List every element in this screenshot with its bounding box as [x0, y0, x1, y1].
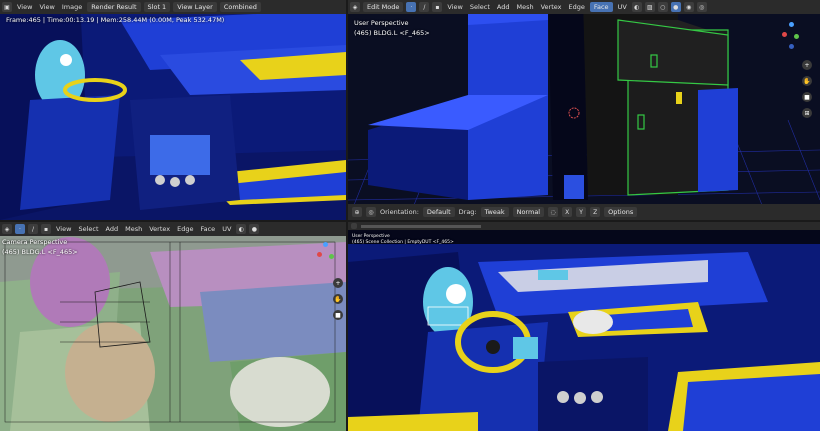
orientation-dropdown[interactable]: Default [422, 207, 455, 217]
render-image [0, 0, 346, 220]
editor-type-icon[interactable]: ▣ [2, 2, 12, 12]
camera-icon[interactable]: ■ [333, 310, 343, 320]
viewport-camera-perspective[interactable]: ◈ · / ▪ View Select Add Mesh Vertex Edge… [0, 222, 346, 431]
render-result-editor[interactable]: ▣ View View Image Render Result Slot 1 V… [0, 0, 346, 220]
menu-add[interactable]: Add [104, 225, 121, 233]
transform-pivot-icon[interactable]: ⊕ [352, 207, 362, 217]
viewport-user-perspective[interactable]: User Perspective (465) Scene Collection … [348, 222, 820, 431]
face-select-icon[interactable]: ▪ [432, 2, 443, 12]
vertex-select-icon[interactable]: · [15, 224, 25, 234]
normal-dropdown[interactable]: Normal [512, 207, 545, 217]
editor-type-icon [351, 223, 357, 229]
embedded-header [348, 222, 820, 230]
vertex-select-icon[interactable]: · [406, 2, 417, 12]
menu-edge[interactable]: Edge [175, 225, 195, 233]
options-dropdown[interactable]: Options [604, 207, 638, 217]
viewport-header: ◈ Edit Mode · / ▪ View Select Add Mesh V… [348, 0, 820, 14]
gizmo-y-axis[interactable] [794, 34, 799, 39]
solid-shading-icon[interactable]: ● [670, 2, 681, 12]
user-perspective-scene [348, 222, 820, 431]
drag-label: Drag: [458, 208, 477, 216]
mode-selector[interactable]: Edit Mode [363, 2, 404, 12]
menu-image[interactable]: Image [60, 3, 84, 11]
menu-mesh[interactable]: Mesh [123, 225, 144, 233]
axis-x-toggle[interactable]: X [562, 207, 573, 217]
gizmo-y-axis[interactable] [329, 254, 334, 259]
menu-view[interactable]: View [15, 3, 34, 11]
image-selector[interactable]: Render Result [87, 2, 141, 12]
proportional-edit-icon[interactable]: ◌ [548, 207, 559, 217]
camera-icon[interactable]: ■ [802, 92, 812, 102]
xray-icon[interactable]: ▨ [644, 2, 655, 12]
pan-hand-icon[interactable]: ✋ [333, 294, 343, 304]
orientation-label: Orientation: [380, 208, 419, 216]
gizmo-x-axis[interactable] [317, 252, 322, 257]
menu-view[interactable]: View [54, 225, 73, 233]
editor-type-icon[interactable]: ◈ [2, 224, 12, 234]
menu-uv[interactable]: UV [220, 225, 233, 233]
editor-type-icon[interactable]: ◈ [350, 2, 360, 12]
overlay-icon[interactable]: ◐ [631, 2, 642, 12]
blender-workspace: ▣ View View Image Render Result Slot 1 V… [0, 0, 820, 431]
viewport-edit-mode[interactable]: ◈ Edit Mode · / ▪ View Select Add Mesh V… [348, 0, 820, 220]
view-perspective-label: Camera Perspective [2, 238, 68, 246]
embedded-menu-bar [361, 224, 481, 228]
gizmo-z-axis[interactable] [323, 242, 328, 247]
snap-icon[interactable]: ◎ [366, 207, 376, 217]
menu-edge[interactable]: Edge [567, 3, 587, 11]
menu-face[interactable]: Face [589, 2, 613, 12]
menu-view[interactable]: View [445, 3, 464, 11]
object-name-label: (465) BLDG.L <F_465> [2, 248, 78, 256]
zoom-icon[interactable]: + [802, 60, 812, 70]
menu-view-2[interactable]: View [37, 3, 56, 11]
gizmo-z-axis[interactable] [789, 22, 794, 27]
pass-selector[interactable]: Combined [219, 2, 261, 12]
viewport-header: ◈ · / ▪ View Select Add Mesh Vertex Edge… [0, 222, 346, 236]
axis-z-toggle[interactable]: Z [590, 207, 601, 217]
menu-select[interactable]: Select [76, 225, 100, 233]
menu-uv[interactable]: UV [616, 3, 629, 11]
menu-mesh[interactable]: Mesh [514, 3, 535, 11]
menu-vertex[interactable]: Vertex [147, 225, 172, 233]
view-perspective-label: User Perspective [352, 234, 390, 239]
image-editor-header: ▣ View View Image Render Result Slot 1 V… [0, 0, 346, 14]
perspective-grid-icon[interactable]: ⊞ [802, 108, 812, 118]
axis-y-toggle[interactable]: Y [576, 207, 587, 217]
overlay-icon[interactable]: ◐ [236, 224, 247, 234]
view-layer-selector[interactable]: View Layer [173, 2, 217, 12]
material-shading-icon[interactable]: ◉ [683, 2, 694, 12]
menu-select[interactable]: Select [468, 3, 492, 11]
gizmo-x-axis[interactable] [782, 32, 787, 37]
pan-hand-icon[interactable]: ✋ [802, 76, 812, 86]
menu-vertex[interactable]: Vertex [539, 3, 564, 11]
view-perspective-label: User Perspective [354, 19, 409, 27]
slot-selector[interactable]: Slot 1 [143, 2, 171, 12]
menu-add[interactable]: Add [495, 3, 512, 11]
drag-dropdown[interactable]: Tweak [480, 207, 509, 217]
shading-icon[interactable]: ● [249, 224, 260, 234]
face-select-icon[interactable]: ▪ [41, 224, 51, 234]
object-name-label: (465) Scene Collection | EmptyDUT <F_465… [352, 240, 454, 245]
wireframe-shading-icon[interactable]: ○ [657, 2, 668, 12]
zoom-icon[interactable]: + [333, 278, 343, 288]
tool-settings-bar: ⊕ ◎ Orientation: Default Drag: Tweak Nor… [348, 204, 820, 220]
render-info-text: Frame:465 | Time:00:13.19 | Mem:258.44M … [6, 16, 225, 24]
gizmo-neg-z-axis[interactable] [789, 44, 794, 49]
menu-face[interactable]: Face [198, 225, 217, 233]
edge-select-icon[interactable]: / [28, 224, 38, 234]
object-name-label: (465) BLDG.L <F_465> [354, 29, 430, 37]
edge-select-icon[interactable]: / [419, 2, 430, 12]
rendered-shading-icon[interactable]: ◎ [696, 2, 707, 12]
